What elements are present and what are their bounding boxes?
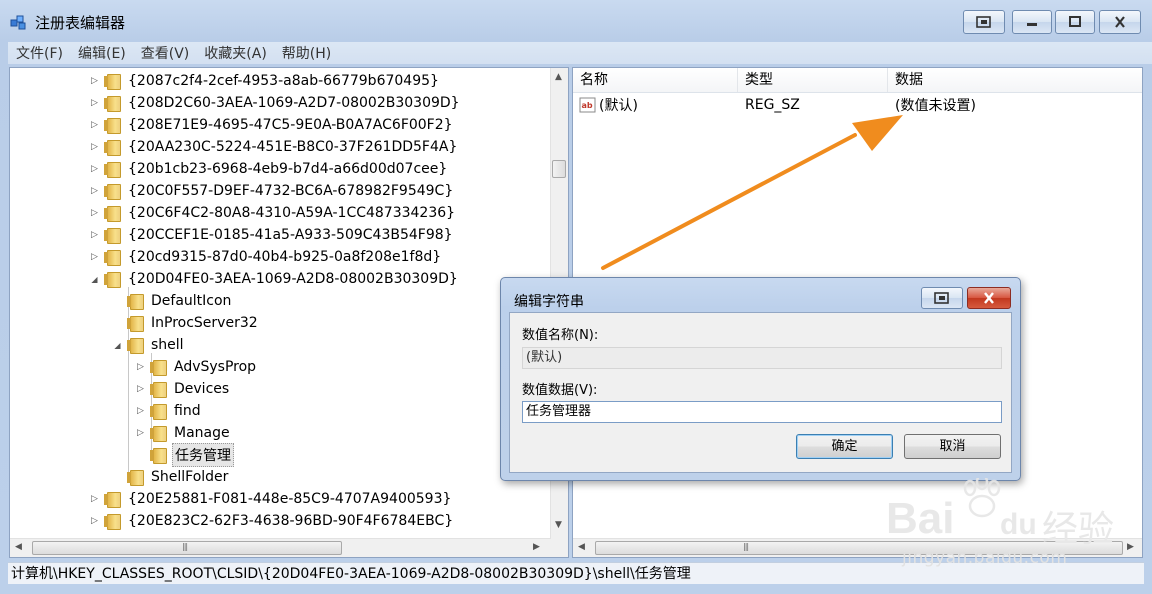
dialog-body: 数值名称(N): (默认) 数值数据(V): 任务管理器 确定 取消 [509,312,1012,473]
value-data-label: 数值数据(V): [522,383,598,398]
watermark-brand-tail: du [1000,508,1037,541]
dialog-close-button[interactable] [967,287,1011,309]
close-icon [984,292,994,304]
baidu-watermark: Bai du 经验 jingyan.baidu.com [882,478,1142,578]
dialog-title: 编辑字符串 [514,294,584,310]
value-name-label: 数值名称(N): [522,328,599,343]
window-switch-icon [934,292,949,304]
dialog-restore-button[interactable] [921,287,963,309]
value-data-input[interactable]: 任务管理器 [522,401,1002,423]
ok-button[interactable]: 确定 [796,434,893,459]
watermark-url: jingyan.baidu.com [902,548,1068,568]
cancel-button[interactable]: 取消 [904,434,1001,459]
watermark-brand: Bai [886,494,955,543]
value-name-field: (默认) [522,347,1002,369]
watermark-cn: 经验 [1042,509,1115,550]
edit-string-dialog: 编辑字符串 数值名称(N): (默认) 数值数据(V): 任务管理器 确定 取消 [500,277,1021,481]
